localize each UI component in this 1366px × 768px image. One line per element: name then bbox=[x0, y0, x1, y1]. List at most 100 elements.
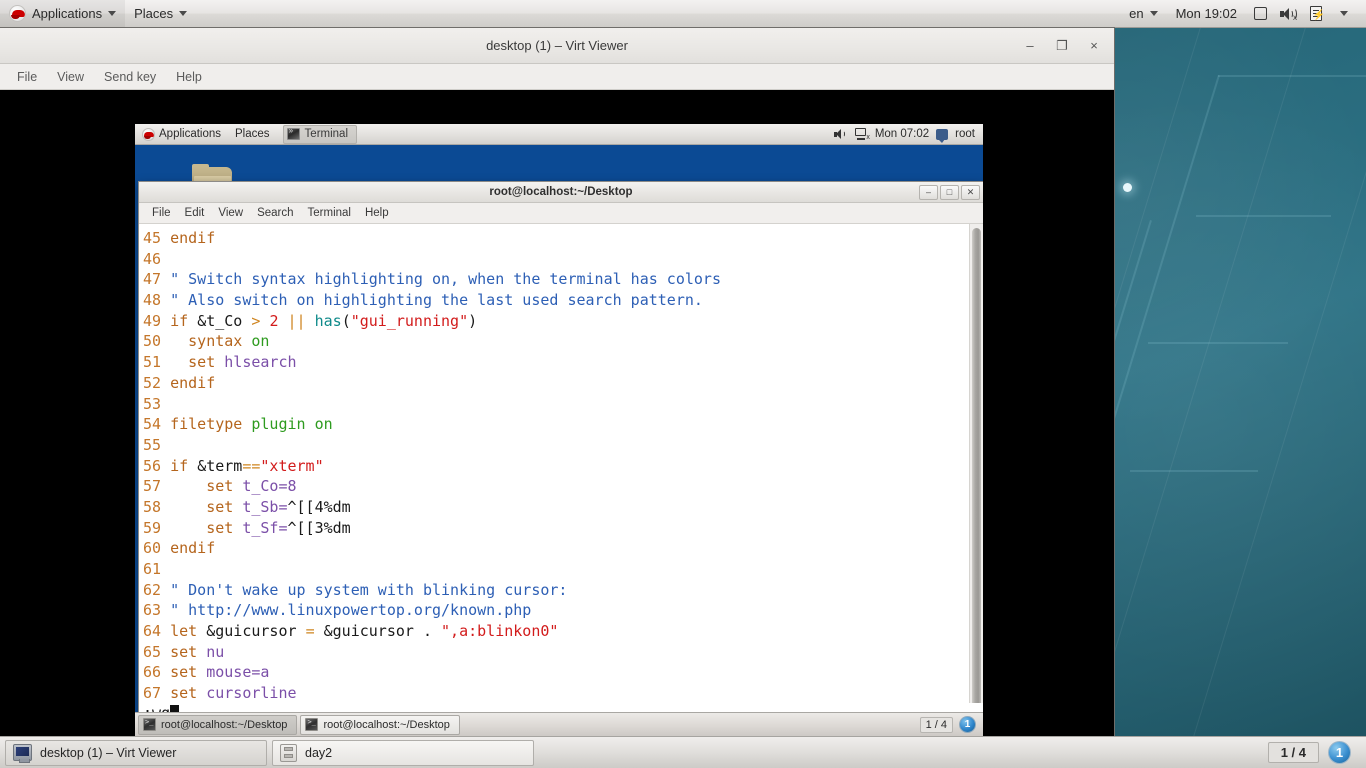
vim-token: set bbox=[170, 353, 225, 372]
vim-token: set bbox=[170, 497, 243, 516]
host-task-item-virt-viewer[interactable]: desktop (1) – Virt Viewer bbox=[5, 739, 267, 766]
terminal-titlebar[interactable]: root@localhost:~/Desktop – □ ✕ bbox=[139, 182, 983, 203]
vim-token: t_Sf= bbox=[242, 518, 288, 537]
vim-line: 67 set cursorline bbox=[143, 683, 969, 704]
guest-task-label-2: root@localhost:~/Desktop bbox=[323, 718, 450, 731]
tray-chevron-down-icon[interactable] bbox=[1334, 4, 1354, 24]
guest-task-label-1: root@localhost:~/Desktop bbox=[161, 718, 288, 731]
vv-menu-file[interactable]: File bbox=[8, 67, 46, 87]
virt-viewer-menubar: File View Send key Help bbox=[0, 64, 1114, 90]
display-icon[interactable] bbox=[1250, 4, 1270, 24]
vv-menu-view[interactable]: View bbox=[48, 67, 93, 87]
guest-task-item-1[interactable]: root@localhost:~/Desktop bbox=[138, 714, 298, 735]
host-clock[interactable]: Mon 19:02 bbox=[1167, 0, 1246, 28]
virt-viewer-titlebar[interactable]: desktop (1) – Virt Viewer – ❐ × bbox=[0, 28, 1114, 64]
guest-workspace-badge[interactable]: 1 bbox=[959, 716, 976, 733]
guest-applications-menu[interactable]: Applications bbox=[135, 124, 228, 145]
minimize-button[interactable]: – bbox=[1022, 38, 1038, 54]
vim-token: ) bbox=[468, 311, 478, 330]
guest-task-item-2[interactable]: root@localhost:~/Desktop bbox=[300, 714, 460, 735]
vim-token: t_Co=8 bbox=[242, 477, 297, 496]
vim-editor-buffer[interactable]: 45 endif 46 47 " Switch syntax highlighti… bbox=[139, 224, 969, 724]
terminal-minimize-button[interactable]: – bbox=[919, 184, 938, 200]
vim-line-number: 64 bbox=[143, 622, 171, 641]
terminal-menu-terminal[interactable]: Terminal bbox=[301, 205, 358, 221]
vim-token: set bbox=[170, 663, 207, 682]
terminal-menu-view[interactable]: View bbox=[211, 205, 250, 221]
virt-viewer-title: desktop (1) – Virt Viewer bbox=[486, 38, 628, 53]
speaker-muted-icon[interactable]: x bbox=[1278, 4, 1298, 24]
terminal-body[interactable]: 45 endif 46 47 " Switch syntax highlighti… bbox=[139, 224, 983, 724]
vim-line: 47 " Switch syntax highlighting on, when… bbox=[143, 269, 969, 290]
vim-token: t_Sb= bbox=[242, 497, 288, 516]
guest-taskbar: root@localhost:~/Desktop root@localhost:… bbox=[135, 712, 983, 736]
terminal-window[interactable]: root@localhost:~/Desktop – □ ✕ File Edit… bbox=[138, 181, 983, 725]
host-workspace-pager[interactable]: 1 / 4 bbox=[1267, 742, 1319, 763]
vim-line-number: 57 bbox=[143, 477, 171, 496]
vim-line-number: 46 bbox=[143, 249, 171, 268]
vim-line-number: 53 bbox=[143, 394, 171, 413]
guest-screen[interactable]: Applications Places Terminal x Mon 07:02… bbox=[135, 124, 983, 736]
vv-menu-help[interactable]: Help bbox=[167, 67, 211, 87]
vim-token: if bbox=[170, 456, 198, 475]
chevron-down-icon bbox=[108, 11, 117, 16]
host-top-panel: Applications Places en Mon 19:02 x ⚡ bbox=[0, 0, 1366, 28]
terminal-scrollbar-thumb[interactable] bbox=[972, 228, 981, 720]
speaker-icon[interactable] bbox=[833, 128, 847, 140]
close-button[interactable]: × bbox=[1086, 38, 1102, 54]
guest-taskbar-right: 1 / 4 1 bbox=[919, 716, 980, 733]
vim-token: = bbox=[305, 622, 324, 641]
host-applications-menu[interactable]: Applications bbox=[0, 0, 126, 28]
vim-line: 62 " Don't wake up system with blinking … bbox=[143, 580, 969, 601]
vim-token: ^[[4%dm bbox=[287, 497, 351, 516]
guest-workspace-pager[interactable]: 1 / 4 bbox=[919, 716, 953, 733]
virt-viewer-window[interactable]: desktop (1) – Virt Viewer – ❐ × File Vie… bbox=[0, 28, 1114, 736]
host-workspace-badge[interactable]: 1 bbox=[1328, 741, 1351, 764]
guest-clock[interactable]: Mon 07:02 bbox=[875, 128, 929, 140]
guest-places-menu[interactable]: Places bbox=[228, 124, 277, 145]
terminal-menu-help[interactable]: Help bbox=[358, 205, 396, 221]
vim-token: ( bbox=[341, 311, 351, 330]
terminal-maximize-button[interactable]: □ bbox=[940, 184, 959, 200]
vim-token: ^[[3%dm bbox=[287, 518, 351, 537]
host-task-item-day2[interactable]: day2 bbox=[272, 739, 534, 766]
vim-token: &t_Co bbox=[197, 311, 252, 330]
host-clock-label: Mon 19:02 bbox=[1175, 6, 1237, 21]
vim-line: 55 bbox=[143, 435, 969, 456]
drawer-icon bbox=[280, 743, 297, 762]
vim-token: mouse=a bbox=[206, 663, 270, 682]
vim-line-number: 47 bbox=[143, 270, 171, 289]
vim-token: hlsearch bbox=[224, 353, 297, 372]
host-keyboard-layout[interactable]: en bbox=[1120, 0, 1166, 28]
vv-menu-sendkey[interactable]: Send key bbox=[95, 67, 165, 87]
wallpaper-dot bbox=[1123, 183, 1132, 192]
vim-token: || bbox=[287, 311, 315, 330]
guest-applications-label: Applications bbox=[159, 128, 222, 140]
document-update-icon[interactable]: ⚡ bbox=[1306, 4, 1326, 24]
terminal-menu-file[interactable]: File bbox=[145, 205, 178, 221]
guest-top-panel: Applications Places Terminal x Mon 07:02… bbox=[135, 124, 983, 145]
vim-line-number: 52 bbox=[143, 373, 171, 392]
vim-token: "gui_running" bbox=[350, 311, 469, 330]
network-disconnected-icon[interactable]: x bbox=[854, 128, 870, 141]
maximize-button[interactable]: ❐ bbox=[1054, 38, 1070, 54]
guest-user-label[interactable]: root bbox=[955, 128, 975, 140]
vim-line: 65 set nu bbox=[143, 642, 969, 663]
vim-token: &guicursor bbox=[206, 622, 306, 641]
vim-line-number: 48 bbox=[143, 291, 171, 310]
vim-line: 61 bbox=[143, 559, 969, 580]
terminal-menu-search[interactable]: Search bbox=[250, 205, 300, 221]
guest-running-task-terminal[interactable]: Terminal bbox=[282, 124, 358, 144]
vim-line-number: 63 bbox=[143, 601, 171, 620]
terminal-title: root@localhost:~/Desktop bbox=[489, 186, 633, 198]
terminal-close-button[interactable]: ✕ bbox=[961, 184, 980, 200]
vim-line: 54 filetype plugin on bbox=[143, 414, 969, 435]
terminal-scrollbar[interactable] bbox=[969, 224, 983, 724]
host-task-label-2: day2 bbox=[305, 745, 333, 760]
vim-token: endif bbox=[170, 373, 216, 392]
vim-line: 49 if &t_Co > 2 || has("gui_running") bbox=[143, 311, 969, 332]
terminal-menu-edit[interactable]: Edit bbox=[178, 205, 212, 221]
vim-token: " http://www.linuxpowertop.org/known.php bbox=[170, 601, 532, 620]
host-places-menu[interactable]: Places bbox=[125, 0, 196, 28]
vim-token: 2 bbox=[269, 311, 288, 330]
